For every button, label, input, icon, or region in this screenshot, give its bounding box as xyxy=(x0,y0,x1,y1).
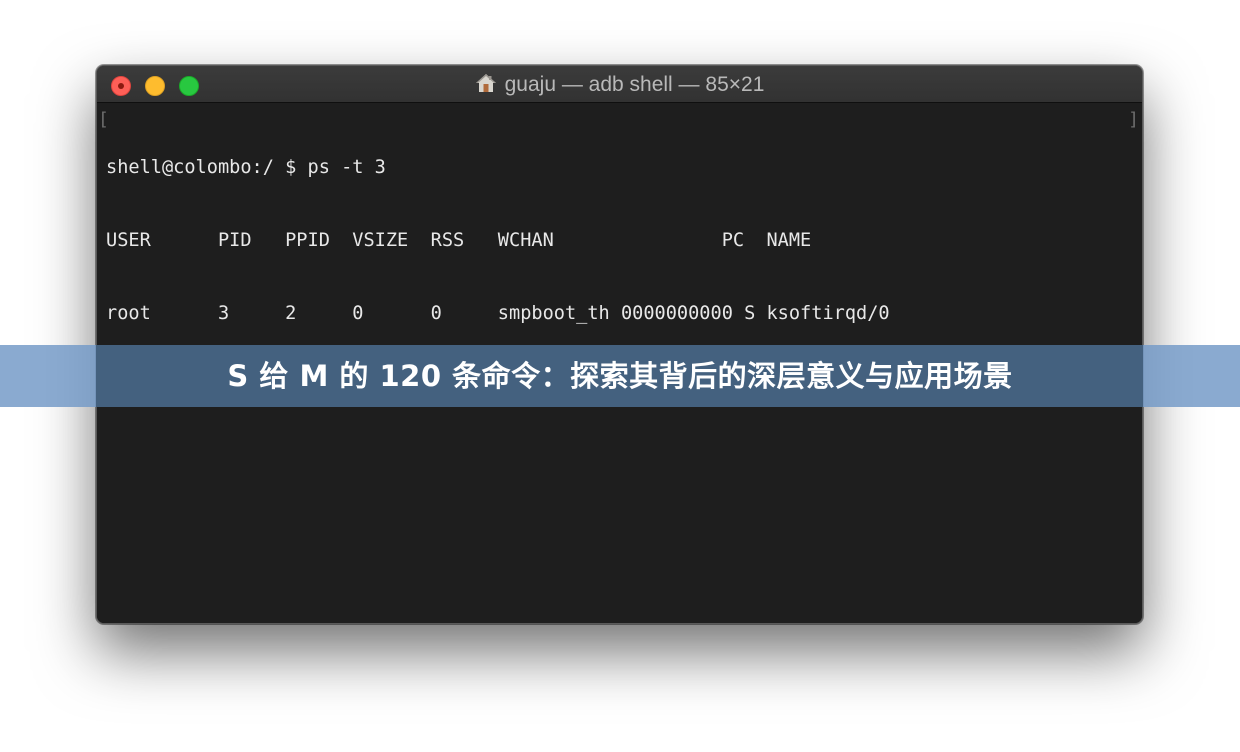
terminal-line-row: root 3 2 0 0 smpboot_th 0000000000 S kso… xyxy=(106,302,890,324)
mark-bracket-right: ] xyxy=(1128,109,1139,130)
terminal-line-command: shell@colombo:/ $ ps -t 3 xyxy=(106,157,386,179)
caption-banner: S 给 M 的 120 条命令：探索其背后的深层意义与应用场景 xyxy=(0,345,1240,407)
home-folder-icon xyxy=(475,74,496,92)
caption-text: S 给 M 的 120 条命令：探索其背后的深层意义与应用场景 xyxy=(227,359,1013,393)
window-title-text: guaju — adb shell — 85×21 xyxy=(504,73,765,96)
terminal-line-header: USER PID PPID VSIZE RSS WCHAN PC NAME xyxy=(106,230,812,252)
window-title: guaju — adb shell — 85×21 xyxy=(97,66,1142,103)
title-bar[interactable]: guaju — adb shell — 85×21 xyxy=(97,66,1142,103)
